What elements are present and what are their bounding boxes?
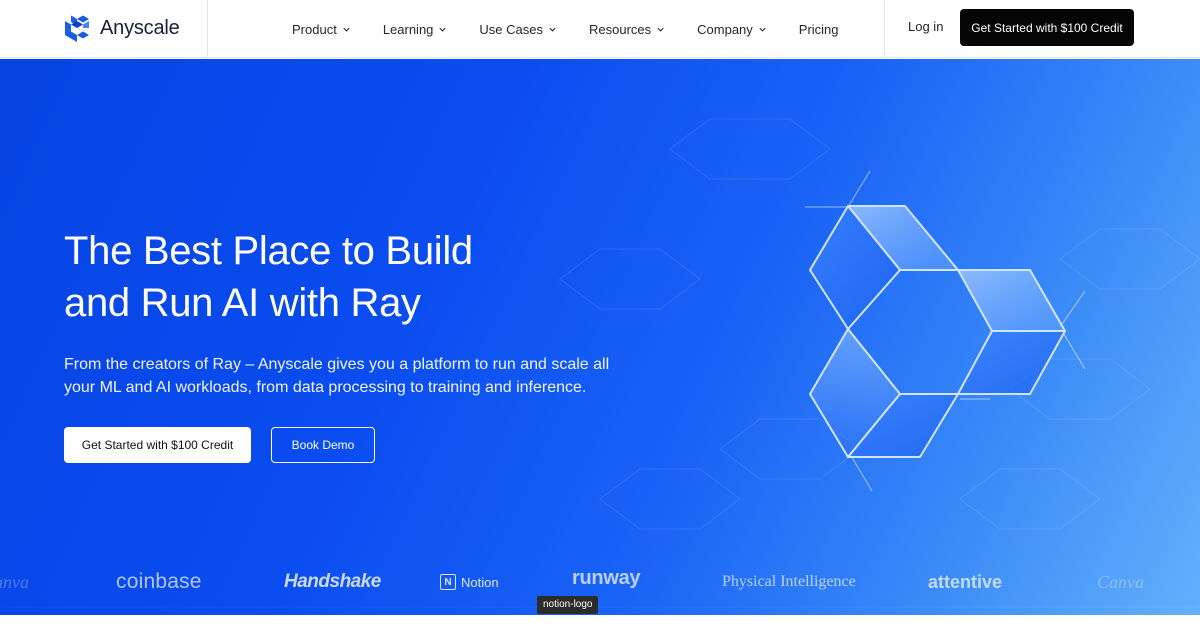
header-divider — [207, 0, 208, 58]
anyscale-logo-icon — [65, 15, 89, 42]
nav-label: Resources — [589, 21, 652, 37]
canva-logo: Canva — [1097, 571, 1144, 592]
chevron-down-icon — [549, 27, 556, 32]
nav-label: Company — [697, 21, 753, 37]
hero-section: The Best Place to Build and Run AI with … — [0, 59, 1200, 615]
nav-item-pricing[interactable]: Pricing — [799, 22, 839, 37]
notion-logo[interactable]: N Notion — [440, 564, 499, 600]
hero-subtitle: From the creators of Ray – Anyscale give… — [64, 356, 610, 396]
top-navigation-bar: Anyscale Product Learning Use Cases Reso… — [0, 0, 1200, 58]
headline-line-1: The Best Place to Build — [64, 229, 473, 273]
chevron-down-icon — [759, 27, 766, 32]
customer-logos-strip: canva coinbase Handshake N Notion runway… — [0, 564, 1200, 604]
headline-line-2: and Run AI with Ray — [64, 281, 421, 325]
main-nav: Product Learning Use Cases Resources Com… — [292, 0, 839, 58]
anyscale-hex-illustration — [809, 205, 1066, 458]
chevron-down-icon — [657, 27, 664, 32]
nav-item-company[interactable]: Company — [697, 22, 767, 37]
canva-logo-partial: canva — [0, 571, 29, 592]
runway-logo: runway — [572, 566, 641, 589]
coinbase-logo: coinbase — [116, 570, 202, 593]
handshake-logo: Handshake — [284, 571, 381, 592]
attentive-logo: attentive — [928, 571, 1003, 592]
physical-intelligence-logo: Physical Intelligence — [722, 573, 856, 590]
notion-logo-text: Notion — [461, 574, 499, 590]
nav-label: Learning — [382, 21, 434, 37]
nav-label: Pricing — [798, 21, 839, 37]
nav-label: Use Cases — [479, 21, 543, 37]
chevron-down-icon — [343, 27, 350, 32]
nav-item-resources[interactable]: Resources — [589, 22, 665, 37]
notion-logo-tooltip: notion-logo — [537, 596, 599, 614]
nav-item-use-cases[interactable]: Use Cases — [479, 22, 557, 37]
header-divider — [884, 0, 885, 58]
anyscale-logo-link[interactable]: Anyscale — [62, 13, 180, 43]
notion-icon: N — [440, 574, 456, 590]
book-demo-button[interactable]: Book Demo — [271, 427, 375, 463]
page-below-fold — [0, 615, 1200, 630]
nav-item-learning[interactable]: Learning — [383, 22, 448, 37]
get-started-hero-button[interactable]: Get Started with $100 Credit — [64, 427, 251, 463]
login-link[interactable]: Log in — [908, 19, 943, 34]
nav-item-product[interactable]: Product — [292, 22, 351, 37]
get-started-header-button[interactable]: Get Started with $100 Credit — [960, 9, 1134, 46]
hero-headline: The Best Place to Build and Run AI with … — [64, 225, 624, 329]
nav-label: Product — [292, 21, 337, 37]
brand-name: Anyscale — [100, 16, 180, 39]
chevron-down-icon — [439, 27, 447, 32]
